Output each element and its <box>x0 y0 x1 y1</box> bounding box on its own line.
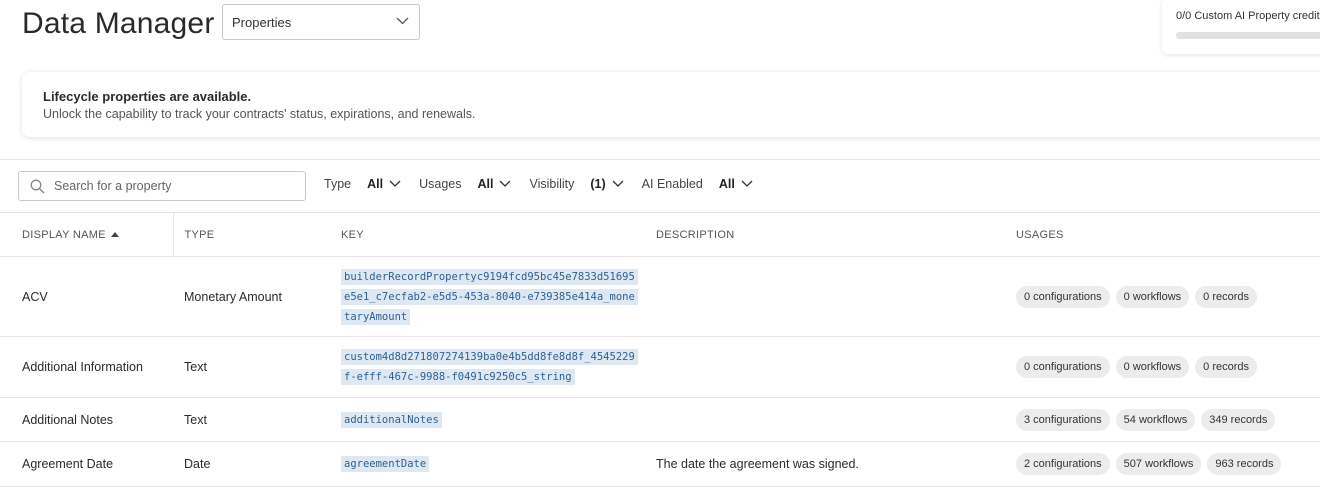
property-description <box>641 397 1001 442</box>
filter-ai-enabled-label: AI Enabled <box>641 177 703 191</box>
column-header-usages[interactable]: USAGES <box>1001 212 1320 257</box>
column-header-description[interactable]: DESCRIPTION <box>641 212 1001 257</box>
table-row[interactable]: Additional Notes Text additionalNotes 3 … <box>0 397 1320 442</box>
filter-type-label: Type <box>324 177 352 191</box>
property-type: Date <box>173 441 341 487</box>
workflows-badge[interactable]: 507 workflows <box>1115 453 1202 475</box>
table-row[interactable]: ACV Monetary Amount builderRecordPropert… <box>0 256 1320 337</box>
search-icon <box>30 179 45 193</box>
filter-type[interactable]: Type All <box>324 177 401 191</box>
column-header-type[interactable]: TYPE <box>173 212 341 257</box>
column-header-label: DISPLAY NAME <box>22 228 106 241</box>
chevron-down-icon <box>500 180 511 187</box>
property-usages: 3 configurations 54 workflows 349 records <box>1001 397 1320 442</box>
page-title: Data Manager <box>22 7 215 40</box>
ai-credits-card: 0/0 Custom AI Property credits <box>1162 0 1320 54</box>
workflows-badge[interactable]: 0 workflows <box>1115 356 1190 378</box>
configurations-badge[interactable]: 3 configurations <box>1016 408 1110 431</box>
ai-credits-label: 0/0 Custom AI Property credits <box>1176 10 1320 22</box>
configurations-badge[interactable]: 0 configurations <box>1016 285 1110 308</box>
sort-ascending-icon <box>110 231 119 237</box>
property-type: Text <box>173 397 341 442</box>
records-badge[interactable]: 349 records <box>1201 408 1276 431</box>
property-usages: 0 configurations 0 workflows 0 records <box>1001 336 1320 398</box>
filter-usages[interactable]: Usages All <box>419 177 511 191</box>
filter-ai-enabled-value: All <box>718 177 735 191</box>
property-description <box>641 256 1001 337</box>
property-key-cell: agreementDate <box>341 441 641 487</box>
column-header-key[interactable]: KEY <box>341 212 641 257</box>
chevron-down-icon <box>396 17 409 25</box>
property-name[interactable]: ACV <box>0 256 173 337</box>
properties-table: DISPLAY NAME TYPE KEY DESCRIPTION USAGES… <box>0 212 1320 487</box>
chevron-down-icon <box>741 180 753 187</box>
configurations-badge[interactable]: 2 configurations <box>1016 453 1110 475</box>
filter-visibility[interactable]: Visibility (1) <box>529 177 624 191</box>
property-type: Text <box>173 336 341 398</box>
search-input[interactable] <box>54 179 284 193</box>
table-header-row: DISPLAY NAME TYPE KEY DESCRIPTION USAGES <box>0 212 1320 257</box>
table-row[interactable]: Additional Information Text custom4d8d27… <box>0 336 1320 398</box>
ai-credits-progress-bar <box>1176 32 1320 39</box>
lifecycle-banner: Lifecycle properties are available. Unlo… <box>22 72 1320 137</box>
property-key-cell: custom4d8d271807274139ba0e4b5dd8fe8d8f_4… <box>341 336 641 398</box>
column-header-label: TYPE <box>184 228 215 241</box>
banner-title: Lifecycle properties are available. <box>43 89 252 104</box>
column-header-label: DESCRIPTION <box>656 228 735 241</box>
filter-type-value: All <box>367 177 384 191</box>
column-header-display-name[interactable]: DISPLAY NAME <box>0 212 174 257</box>
filter-usages-label: Usages <box>419 177 462 191</box>
property-name[interactable]: Agreement Date <box>0 441 173 487</box>
property-description <box>641 336 1001 398</box>
table-row[interactable]: Agreement Date Date agreementDate The da… <box>0 441 1320 487</box>
property-type: Monetary Amount <box>173 256 341 337</box>
property-usages: 0 configurations 0 workflows 0 records <box>1001 256 1320 337</box>
property-usages: 2 configurations 507 workflows 963 records <box>1001 441 1320 487</box>
property-key: additionalNotes <box>341 411 442 428</box>
banner-subtitle: Unlock the capability to track your cont… <box>43 107 476 121</box>
property-key: builderRecordPropertyc9194fcd95bc45e7833… <box>341 268 638 325</box>
property-key: custom4d8d271807274139ba0e4b5dd8fe8d8f_4… <box>341 349 638 385</box>
configurations-badge[interactable]: 0 configurations <box>1016 356 1110 378</box>
records-badge[interactable]: 0 records <box>1195 285 1257 308</box>
filter-usages-value: All <box>477 177 494 191</box>
property-name[interactable]: Additional Notes <box>0 397 173 442</box>
view-select-value: Properties <box>232 14 292 30</box>
property-key-cell: builderRecordPropertyc9194fcd95bc45e7833… <box>341 256 641 337</box>
filter-visibility-label: Visibility <box>529 177 575 191</box>
filter-ai-enabled[interactable]: AI Enabled All <box>642 177 753 191</box>
property-key-cell: additionalNotes <box>341 397 641 442</box>
chevron-down-icon <box>389 180 401 187</box>
workflows-badge[interactable]: 54 workflows <box>1115 408 1196 431</box>
records-badge[interactable]: 963 records <box>1207 453 1282 475</box>
records-badge[interactable]: 0 records <box>1195 356 1257 378</box>
filter-bar: Type All Usages All Visibility (1) AI En… <box>324 177 771 191</box>
filter-visibility-value: (1) <box>590 177 606 191</box>
view-select[interactable]: Properties <box>222 4 420 40</box>
chevron-down-icon <box>612 180 624 187</box>
column-header-label: USAGES <box>1016 228 1064 241</box>
property-name[interactable]: Additional Information <box>0 336 173 398</box>
search-box[interactable] <box>18 171 306 201</box>
section-divider <box>0 159 1320 160</box>
workflows-badge[interactable]: 0 workflows <box>1115 285 1190 308</box>
property-description: The date the agreement was signed. <box>641 441 1001 487</box>
column-header-label: KEY <box>341 228 364 241</box>
property-key: agreementDate <box>341 456 430 472</box>
